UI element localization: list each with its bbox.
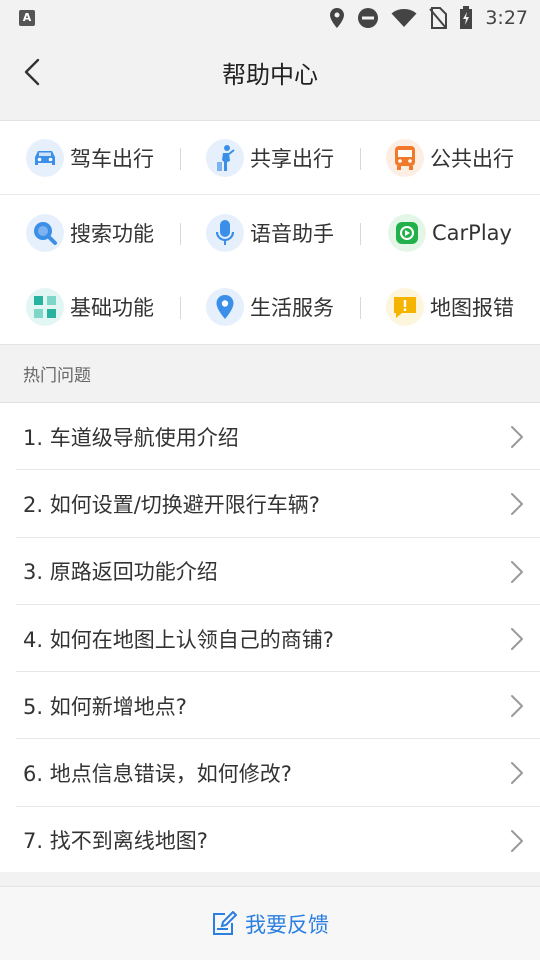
- faq-item[interactable]: 3. 原路返回功能介绍: [0, 538, 540, 606]
- category-label: 驾车出行: [70, 146, 154, 171]
- no-sim-icon: [429, 7, 448, 29]
- category-transit[interactable]: 公共出行: [360, 121, 540, 194]
- notification-badge: A: [19, 10, 35, 26]
- carplay-icon: [388, 214, 427, 252]
- category-label: 生活服务: [250, 296, 334, 320]
- category-row: 驾车出行 共享出行 公共出行: [0, 121, 540, 195]
- faq-item-text: 3. 原路返回功能介绍: [23, 560, 218, 585]
- category-grid: 驾车出行 共享出行 公共出行 搜索功能 语音助手 CarPlay 基础功能 生活…: [0, 120, 540, 345]
- status-bar: A 3:27: [0, 0, 540, 36]
- nav-bar: 帮助中心: [0, 36, 540, 108]
- category-label: 公共出行: [430, 146, 514, 171]
- faq-item[interactable]: 4. 如何在地图上认领自己的商铺?: [0, 605, 540, 673]
- status-icons: 3:27: [329, 6, 528, 30]
- chevron-right-icon: [511, 762, 523, 785]
- chevron-right-icon: [511, 560, 523, 583]
- location-status-icon: [330, 8, 345, 28]
- category-voice[interactable]: 语音助手: [180, 196, 360, 270]
- chevron-right-icon: [511, 829, 523, 852]
- location-pin-icon: [206, 288, 244, 326]
- car-icon: [26, 138, 64, 177]
- category-label: 语音助手: [250, 222, 334, 246]
- category-label: 共享出行: [250, 146, 334, 171]
- search-icon: [26, 214, 64, 252]
- grid-blocks-icon: [26, 288, 64, 326]
- microphone-icon: [206, 214, 244, 252]
- category-basic[interactable]: 基础功能: [0, 270, 180, 344]
- chevron-right-icon: [511, 627, 523, 650]
- faq-item-text: 5. 如何新增地点?: [23, 694, 187, 719]
- category-carplay[interactable]: CarPlay: [360, 196, 540, 270]
- category-driving[interactable]: 驾车出行: [0, 121, 180, 194]
- faq-item[interactable]: 2. 如何设置/切换避开限行车辆?: [0, 470, 540, 538]
- faq-item[interactable]: 6. 地点信息错误，如何修改?: [0, 739, 540, 808]
- warning-icon: [386, 288, 424, 326]
- chevron-right-icon: [511, 493, 523, 516]
- category-sharing[interactable]: 共享出行: [180, 121, 360, 194]
- faq-list: 1. 车道级导航使用介绍 2. 如何设置/切换避开限行车辆? 3. 原路返回功能…: [0, 402, 540, 872]
- category-life-service[interactable]: 生活服务: [180, 270, 360, 344]
- faq-item-text: 1. 车道级导航使用介绍: [23, 425, 239, 450]
- do-not-disturb-icon: [358, 8, 379, 28]
- edit-note-icon: [213, 910, 237, 935]
- category-map-error[interactable]: 地图报错: [360, 270, 540, 344]
- chevron-right-icon: [511, 426, 523, 448]
- page-title: 帮助中心: [222, 61, 318, 89]
- wifi-icon: [391, 9, 417, 27]
- faq-item[interactable]: 1. 车道级导航使用介绍: [0, 403, 540, 471]
- faq-item-text: 4. 如何在地图上认领自己的商铺?: [23, 627, 334, 652]
- faq-item[interactable]: 7. 找不到离线地图?: [0, 807, 540, 874]
- faq-section-header: 热门问题: [23, 366, 91, 386]
- category-row: 基础功能 生活服务 地图报错: [0, 270, 540, 344]
- faq-item[interactable]: 5. 如何新增地点?: [0, 672, 540, 740]
- status-time: 3:27: [485, 7, 528, 29]
- walking-person-icon: [206, 138, 244, 177]
- faq-item-text: 6. 地点信息错误，如何修改?: [23, 762, 292, 787]
- faq-item-text: 7. 找不到离线地图?: [23, 829, 208, 854]
- faq-item-text: 2. 如何设置/切换避开限行车辆?: [23, 492, 320, 517]
- category-row: 搜索功能 语音助手 CarPlay: [0, 196, 540, 270]
- feedback-label: 我要反馈: [245, 912, 329, 937]
- category-label: CarPlay: [432, 221, 512, 245]
- bus-icon: [386, 138, 424, 177]
- category-label: 搜索功能: [70, 222, 154, 246]
- battery-charging-icon: [460, 6, 473, 29]
- category-search[interactable]: 搜索功能: [0, 196, 180, 270]
- feedback-button[interactable]: 我要反馈: [0, 886, 540, 960]
- category-label: 基础功能: [70, 296, 154, 320]
- category-label: 地图报错: [430, 296, 514, 320]
- chevron-right-icon: [511, 695, 523, 718]
